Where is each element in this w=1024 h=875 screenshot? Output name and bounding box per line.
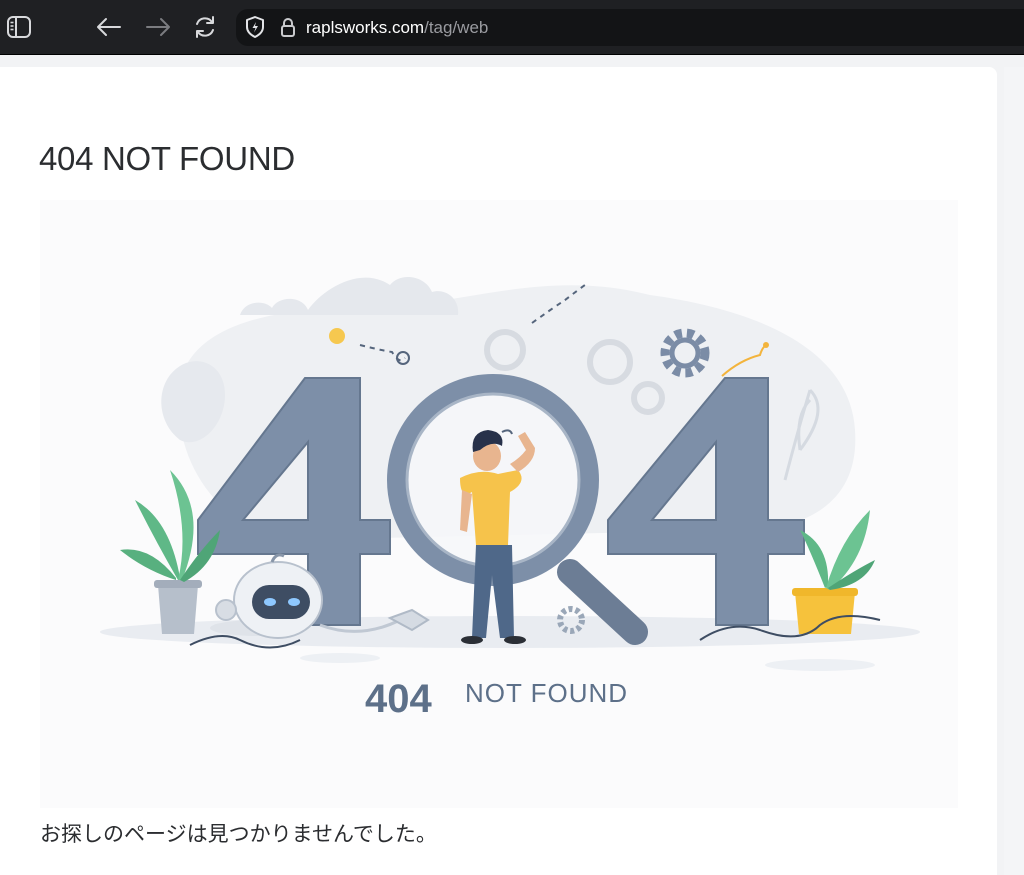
url-path: /tag/web (424, 18, 489, 37)
forward-button[interactable] (143, 11, 173, 43)
spark-dot (763, 342, 769, 348)
browser-toolbar: raplsworks.com/tag/web (0, 0, 1024, 55)
shield-icon (246, 16, 264, 38)
privacy-report-button[interactable] (240, 11, 270, 43)
ground-puddle (765, 659, 875, 671)
potted-plant-left (120, 470, 220, 634)
forward-arrow-icon (146, 18, 170, 36)
reload-icon (196, 16, 214, 38)
illustration-number: 404 (365, 677, 432, 721)
back-button[interactable] (94, 11, 124, 43)
sidebar-toggle-button[interactable] (4, 11, 34, 43)
cloud (240, 276, 459, 315)
illustration-svg: 404 NOT FOUND (100, 276, 920, 721)
reload-button[interactable] (190, 11, 220, 43)
ground-puddle-2 (300, 653, 380, 663)
not-found-message: お探しのページは見つかりませんでした。 (40, 823, 437, 846)
illustration-caption: NOT FOUND (465, 678, 628, 708)
url-host: raplsworks.com (306, 18, 425, 37)
page-title: 404 NOT FOUND (39, 140, 295, 177)
lock-icon (281, 18, 295, 37)
scrollbar-track (1004, 67, 1024, 875)
back-arrow-icon (97, 18, 121, 36)
error-404-illustration: 404 NOT FOUND (40, 200, 958, 808)
sun-dot (329, 328, 345, 344)
sidebar-icon (7, 16, 31, 38)
url-text[interactable]: raplsworks.com/tag/web (306, 17, 488, 39)
